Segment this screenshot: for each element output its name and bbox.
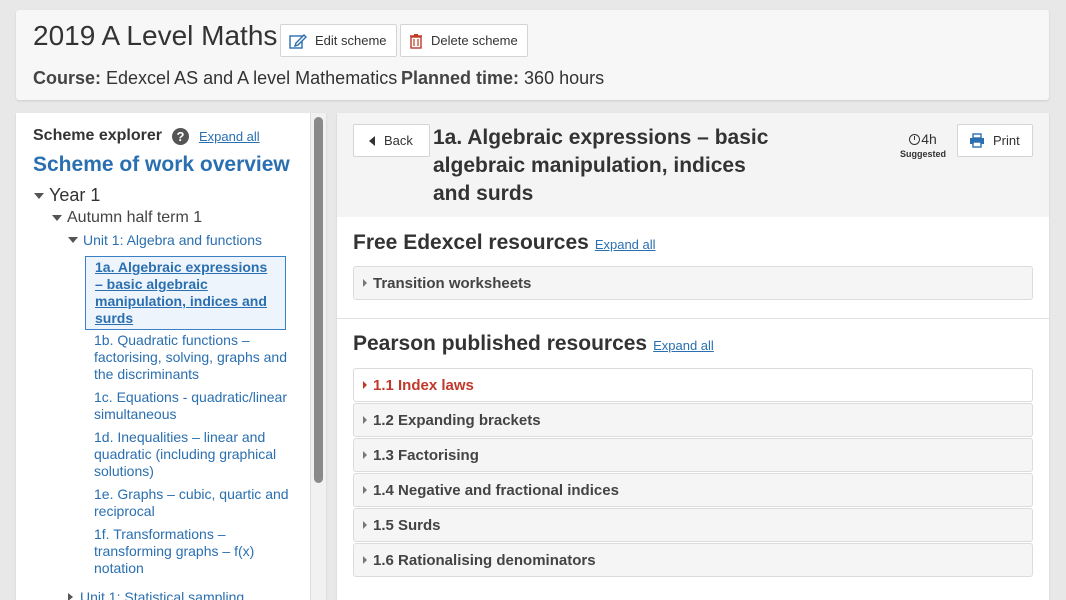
expand-arrow-icon xyxy=(363,521,367,529)
lesson-link-1b[interactable]: 1b. Quadratic functions – factorising, s… xyxy=(94,332,294,383)
scheme-explorer-heading: Scheme explorer ? Expand all xyxy=(33,127,260,145)
tree-unit-algebra[interactable]: Unit 1: Algebra and functions xyxy=(68,232,262,248)
expand-arrow-icon xyxy=(363,279,367,287)
lesson-link-1c[interactable]: 1c. Equations - quadratic/linear simulta… xyxy=(94,389,294,423)
scheme-explorer-panel: Scheme explorer ? Expand all Scheme of w… xyxy=(16,113,326,600)
course-info: Course: Edexcel AS and A level Mathemati… xyxy=(33,68,397,89)
accordion-label: 1.2 Expanding brackets xyxy=(373,411,541,429)
time-caption: Suggested xyxy=(899,149,946,159)
expand-arrow-icon xyxy=(363,556,367,564)
lesson-panel: Back 1a. Algebraic expressions – basic a… xyxy=(337,113,1049,600)
expand-arrow-icon xyxy=(363,451,367,459)
expand-icon xyxy=(68,593,73,600)
delete-scheme-label: Delete scheme xyxy=(431,33,518,48)
free-resources-title: Free Edexcel resources xyxy=(353,231,589,254)
accordion-label: 1.1 Index laws xyxy=(373,376,474,394)
free-expand-all-link[interactable]: Expand all xyxy=(595,237,656,252)
unit-label: Unit 1: Algebra and functions xyxy=(83,232,263,248)
free-resources-heading: Free Edexcel resources Expand all xyxy=(353,231,656,255)
lesson-link-1f[interactable]: 1f. Transformations – transforming graph… xyxy=(94,526,294,577)
half-term-label: Autumn half term 1 xyxy=(67,209,203,226)
tree-half-term[interactable]: Autumn half term 1 xyxy=(52,209,202,227)
planned-time: Planned time: 360 hours xyxy=(401,68,604,89)
accordion-index-laws[interactable]: 1.1 Index laws xyxy=(353,368,1033,402)
clock-icon xyxy=(909,133,921,145)
sidebar-scrollbar[interactable] xyxy=(310,113,326,600)
accordion-expanding-brackets[interactable]: 1.2 Expanding brackets xyxy=(353,403,1033,437)
pearson-resources-heading: Pearson published resources Expand all xyxy=(353,332,714,356)
scrollbar-thumb[interactable] xyxy=(314,117,323,483)
accordion-transition-worksheets[interactable]: Transition worksheets xyxy=(353,266,1033,300)
collapse-icon xyxy=(68,237,78,243)
expand-arrow-icon xyxy=(363,381,367,389)
print-label: Print xyxy=(993,133,1020,148)
explorer-expand-all-link[interactable]: Expand all xyxy=(199,129,260,144)
accordion-label: 1.6 Rationalising denominators xyxy=(373,551,596,569)
lesson-header: Back 1a. Algebraic expressions – basic a… xyxy=(337,113,1049,217)
lesson-title: 1a. Algebraic expressions – basic algebr… xyxy=(433,126,769,205)
pearson-expand-all-link[interactable]: Expand all xyxy=(653,338,714,353)
year-label: Year 1 xyxy=(49,185,101,205)
tree-year-1[interactable]: Year 1 xyxy=(34,185,100,206)
edit-icon xyxy=(289,33,307,49)
accordion-factorising[interactable]: 1.3 Factorising xyxy=(353,438,1033,472)
edit-scheme-label: Edit scheme xyxy=(315,33,387,48)
time-value: 4h xyxy=(921,131,937,147)
section-divider xyxy=(337,318,1049,319)
scheme-explorer-title: Scheme explorer xyxy=(33,127,162,144)
planned-value: 360 hours xyxy=(524,68,605,88)
page-title: 2019 A Level Maths xyxy=(33,20,278,51)
collapse-icon xyxy=(52,215,62,221)
accordion-label: 1.4 Negative and fractional indices xyxy=(373,481,619,499)
lesson-link-1d[interactable]: 1d. Inequalities – linear and quadratic … xyxy=(94,429,294,480)
accordion-rationalising-denominators[interactable]: 1.6 Rationalising denominators xyxy=(353,543,1033,577)
delete-scheme-button[interactable]: Delete scheme xyxy=(400,24,528,57)
trash-icon xyxy=(410,33,422,49)
selected-lesson-link[interactable]: 1a. Algebraic expressions – basic algebr… xyxy=(85,256,286,330)
unit-label: Unit 1: Statistical sampling xyxy=(80,589,245,600)
lesson-link-1e[interactable]: 1e. Graphs – cubic, quartic and reciproc… xyxy=(94,486,294,520)
back-arrow-icon xyxy=(369,135,375,146)
print-button[interactable]: Print xyxy=(957,124,1033,157)
back-button[interactable]: Back xyxy=(353,124,430,157)
accordion-label: 1.3 Factorising xyxy=(373,446,479,464)
pearson-resources-title: Pearson published resources xyxy=(353,332,648,355)
collapse-icon xyxy=(34,192,44,199)
course-value: Edexcel AS and A level Mathematics xyxy=(106,68,398,88)
accordion-surds[interactable]: 1.5 Surds xyxy=(353,508,1033,542)
accordion-label: Transition worksheets xyxy=(373,274,532,292)
scheme-overview-link[interactable]: Scheme of work overview xyxy=(33,153,290,177)
suggested-time: 4h Suggested xyxy=(893,131,953,159)
back-label: Back xyxy=(384,133,413,148)
expand-arrow-icon xyxy=(363,416,367,424)
accordion-label: 1.5 Surds xyxy=(373,516,441,534)
expand-arrow-icon xyxy=(363,486,367,494)
accordion-negative-fractional-indices[interactable]: 1.4 Negative and fractional indices xyxy=(353,473,1033,507)
scheme-header: 2019 A Level Maths Edit scheme Delete sc… xyxy=(16,10,1049,100)
help-icon[interactable]: ? xyxy=(171,127,189,145)
planned-label: Planned time: xyxy=(401,68,520,88)
edit-scheme-button[interactable]: Edit scheme xyxy=(280,24,397,57)
course-label: Course: xyxy=(33,68,102,88)
tree-unit-statistics[interactable]: Unit 1: Statistical sampling xyxy=(68,589,244,600)
print-icon xyxy=(970,133,984,148)
